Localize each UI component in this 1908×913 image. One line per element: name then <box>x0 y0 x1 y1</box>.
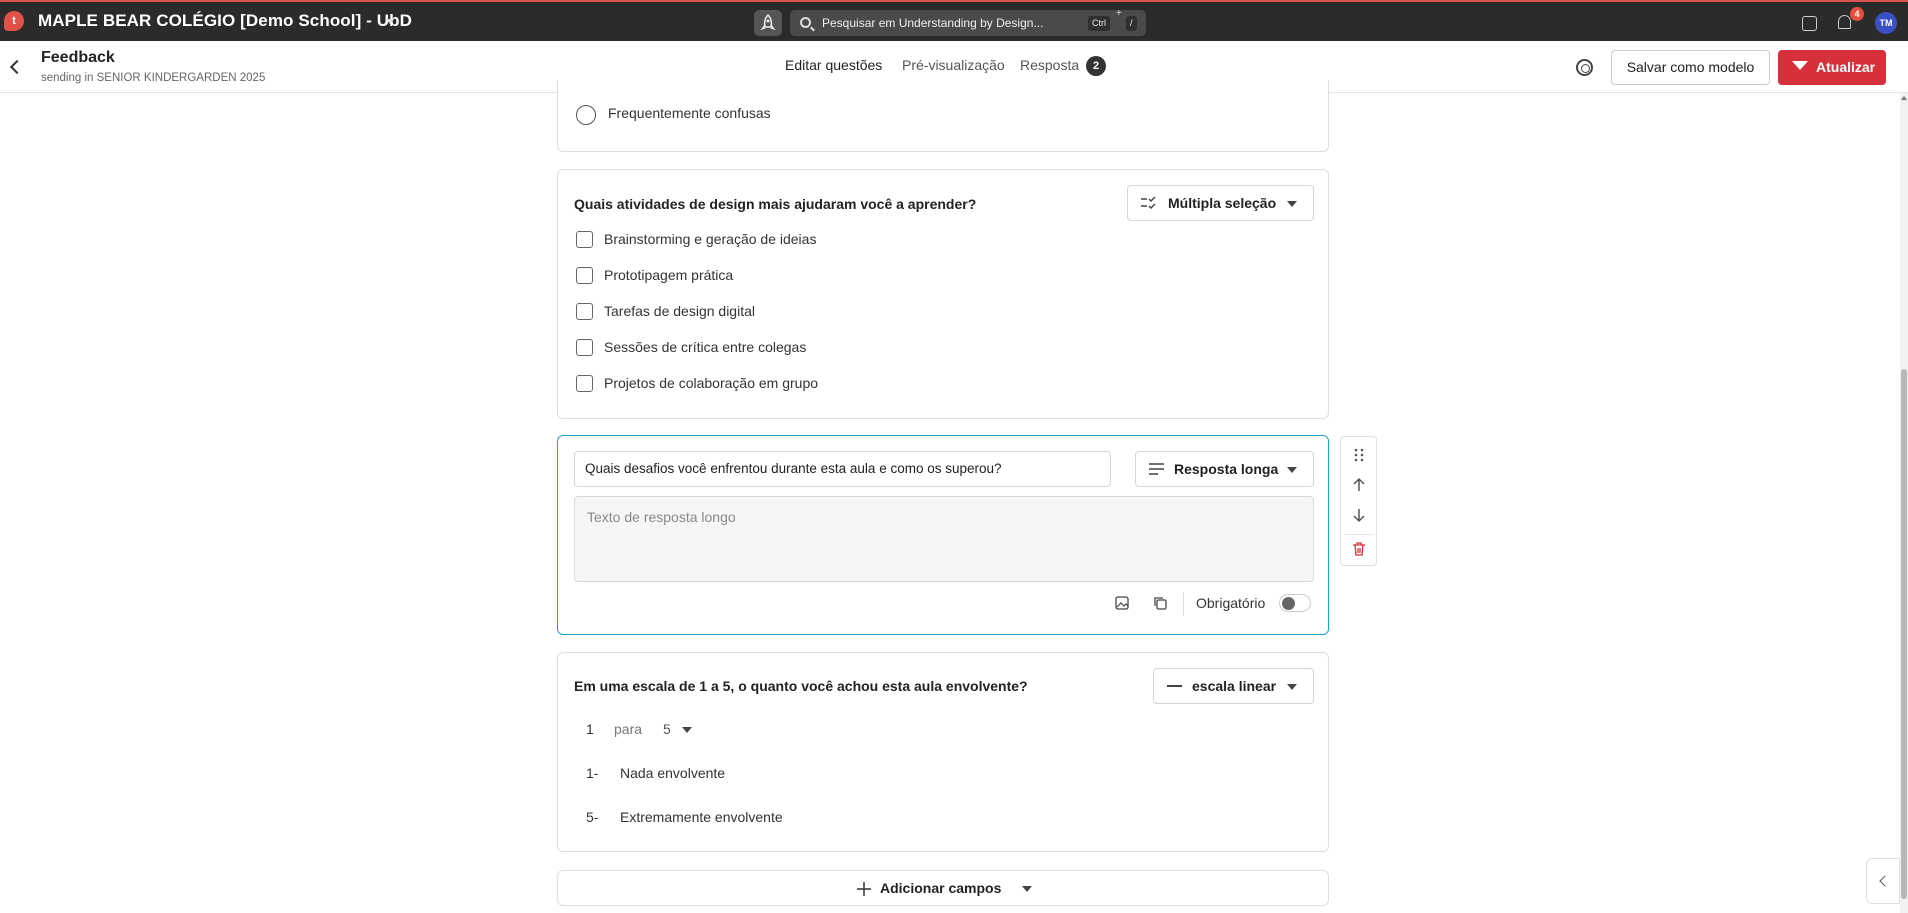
option-label: Prototipagem prática <box>604 267 734 283</box>
calendar-icon[interactable] <box>1802 16 1817 31</box>
checkbox-option[interactable] <box>576 339 593 356</box>
chevron-down-icon[interactable] <box>682 727 692 733</box>
required-label: Obrigatório <box>1196 595 1266 611</box>
tab-responses[interactable]: Resposta <box>1020 57 1079 73</box>
chevron-down-icon <box>1287 201 1297 207</box>
tab-preview[interactable]: Pré-visualização <box>902 57 1005 73</box>
question-card-previous: Frequentemente confusas <box>557 80 1329 152</box>
question-type-label: Resposta longa <box>1174 461 1279 477</box>
page-subtitle: sending in SENIOR KINDERGARDEN 2025 <box>41 72 266 84</box>
add-fields-label: Adicionar campos <box>880 880 1002 896</box>
long-answer-textarea[interactable]: Texto de resposta longo <box>574 496 1314 582</box>
gear-icon[interactable] <box>1576 59 1593 76</box>
bell-icon[interactable] <box>1838 15 1851 29</box>
back-arrow-icon[interactable] <box>9 59 25 75</box>
question-type-label: escala linear <box>1192 678 1277 694</box>
question-type-select[interactable]: Resposta longa <box>1135 451 1314 487</box>
top-bar: t MAPLE BEAR COLÉGIO [Demo School] - UbD… <box>0 0 1908 41</box>
shortcut-ctrl: Ctrl <box>1088 16 1110 31</box>
checkbox-option[interactable] <box>576 267 593 284</box>
question-card-multi-select[interactable]: Quais atividades de design mais ajudaram… <box>557 169 1329 419</box>
divider <box>1183 592 1184 616</box>
filter-icon <box>1792 61 1808 70</box>
toggle-knob <box>1282 597 1295 610</box>
chevron-down-icon <box>1287 684 1297 690</box>
radio-option[interactable] <box>576 105 596 125</box>
chevron-down-icon <box>1287 467 1297 473</box>
arrow-up-icon[interactable] <box>1351 477 1367 493</box>
chevron-down-icon <box>1022 886 1032 892</box>
scale-max-select[interactable]: 5 <box>663 721 671 737</box>
checkbox-option[interactable] <box>576 375 593 392</box>
option-label: Brainstorming e geração de ideias <box>604 231 817 247</box>
trash-icon[interactable] <box>1351 541 1367 557</box>
chevron-down-icon[interactable] <box>386 19 394 24</box>
text-lines-icon <box>1149 463 1164 475</box>
divider <box>1345 534 1373 535</box>
question-tools <box>1340 436 1377 566</box>
line-icon <box>1167 685 1182 687</box>
question-title-input[interactable]: Quais desafios você enfrentou durante es… <box>574 451 1111 487</box>
tab-edit-questions[interactable]: Editar questões <box>785 57 882 73</box>
add-fields-button[interactable]: Adicionar campos <box>557 870 1329 906</box>
drag-handle-icon[interactable] <box>1351 447 1367 463</box>
option-label: Projetos de colaboração em grupo <box>604 375 819 391</box>
question-card-long-answer[interactable]: Quais desafios você enfrentou durante es… <box>557 435 1329 635</box>
question-card-linear-scale[interactable]: Em uma escala de 1 a 5, o quanto você ac… <box>557 652 1329 852</box>
app-logo[interactable]: t <box>4 11 24 31</box>
image-icon[interactable] <box>1115 596 1129 610</box>
option-label: Frequentemente confusas <box>608 105 771 121</box>
notification-badge: 4 <box>1850 7 1864 21</box>
scale-min[interactable]: 1 <box>586 721 594 737</box>
required-toggle[interactable] <box>1279 594 1311 612</box>
avatar[interactable]: TM <box>1875 12 1897 34</box>
shortcut-plus: + <box>1116 8 1122 19</box>
copy-icon[interactable] <box>1153 596 1167 610</box>
update-button[interactable]: Atualizar <box>1778 50 1886 85</box>
scroll-up-arrow-icon[interactable] <box>1901 96 1907 100</box>
search-icon <box>800 17 811 28</box>
collapse-panel-button[interactable] <box>1866 858 1900 904</box>
checkbox-option[interactable] <box>576 231 593 248</box>
scale-connector: para <box>614 721 643 737</box>
update-button-label: Atualizar <box>1816 59 1876 75</box>
scale-min-prefix: 1- <box>586 765 599 781</box>
arrow-down-icon[interactable] <box>1351 507 1367 523</box>
shortcut-key: / <box>1126 16 1137 31</box>
scale-max-label[interactable]: Extremamente envolvente <box>620 809 783 825</box>
option-label: Tarefas de design digital <box>604 303 755 319</box>
question-type-select[interactable]: escala linear <box>1153 668 1314 704</box>
save-as-template-button[interactable]: Salvar como modelo <box>1611 50 1770 85</box>
question-type-select[interactable]: Múltipla seleção <box>1127 185 1314 221</box>
response-count-badge: 2 <box>1086 56 1106 76</box>
option-label: Sessões de crítica entre colegas <box>604 339 807 355</box>
question-title: Quais atividades de design mais ajudaram… <box>574 196 977 212</box>
scrollbar-thumb[interactable] <box>1901 369 1907 899</box>
plus-icon <box>857 882 871 896</box>
rocket-icon[interactable] <box>754 10 782 36</box>
checklist-icon <box>1141 196 1156 210</box>
search-placeholder: Pesquisar em Understanding by Design... <box>822 16 1044 30</box>
question-title: Em uma escala de 1 a 5, o quanto você ac… <box>574 678 1028 694</box>
school-name[interactable]: MAPLE BEAR COLÉGIO [Demo School] - UbD <box>38 11 412 31</box>
scale-max-prefix: 5- <box>586 809 599 825</box>
scale-min-label[interactable]: Nada envolvente <box>620 765 725 781</box>
page-title: Feedback <box>41 49 115 66</box>
scrollbar[interactable] <box>1900 93 1908 913</box>
checkbox-option[interactable] <box>576 303 593 320</box>
search-input[interactable]: Pesquisar em Understanding by Design... … <box>790 10 1146 36</box>
question-type-label: Múltipla seleção <box>1168 195 1277 211</box>
chevron-left-icon <box>1879 875 1891 887</box>
